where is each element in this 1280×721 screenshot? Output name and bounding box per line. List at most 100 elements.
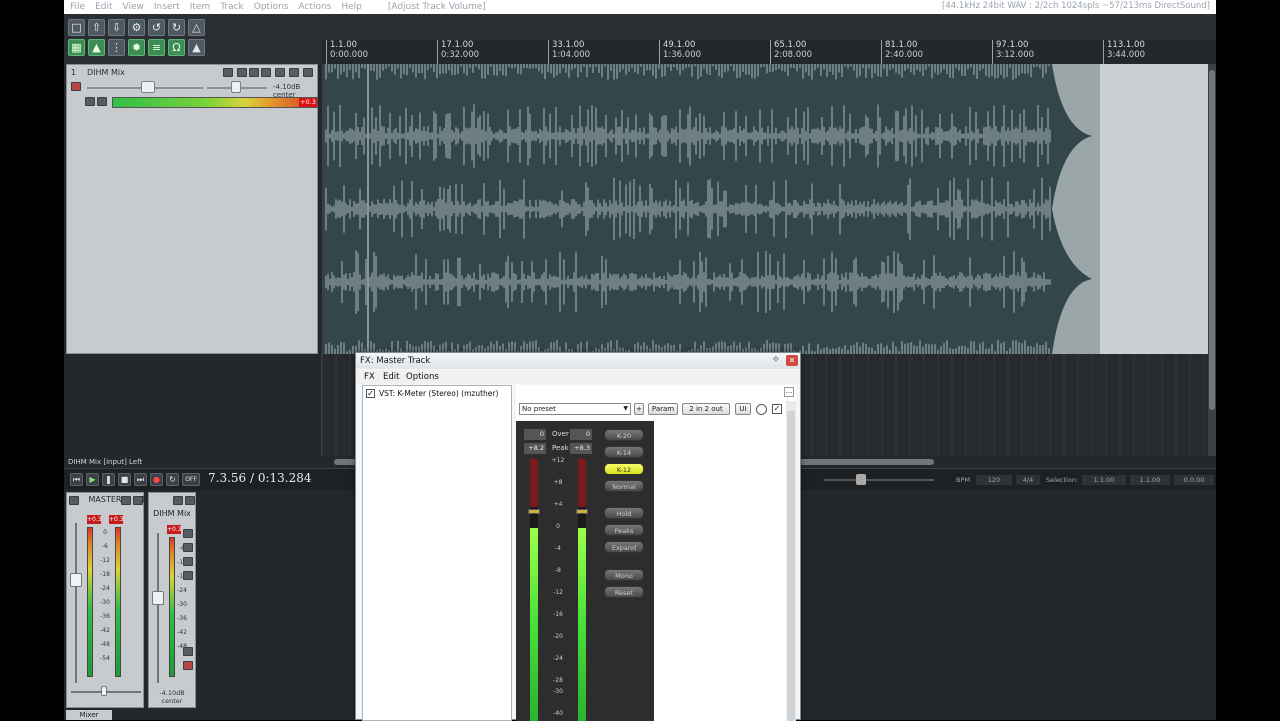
normal-button[interactable]: Normal [604, 480, 644, 492]
open-project-icon[interactable]: ⇧ [88, 19, 105, 36]
metronome-icon[interactable]: △ [188, 19, 205, 36]
undo-icon[interactable]: ↺ [148, 19, 165, 36]
k14-button[interactable]: K-14 [604, 446, 644, 458]
track1-peak[interactable]: +0.3 [167, 525, 182, 534]
track1-title[interactable]: DIHM Mix [149, 509, 195, 518]
waveform-item[interactable] [322, 64, 1208, 354]
ripple-edit-icon[interactable]: ✹ [128, 39, 145, 56]
reset-button[interactable]: Reset [604, 586, 644, 598]
item-grouping-icon[interactable]: ≡ [148, 39, 165, 56]
stop-icon[interactable]: ■ [118, 473, 131, 486]
record-monitor-button[interactable] [97, 97, 107, 106]
close-icon[interactable]: ✕ [786, 355, 798, 366]
bpm-field[interactable]: 120 [976, 475, 1012, 485]
playrate-slider-track[interactable] [824, 479, 934, 481]
master-mute-button[interactable] [121, 496, 131, 505]
over-right-readout[interactable]: 0 [570, 429, 592, 440]
arrange-vertical-scrollbar[interactable] [1208, 64, 1216, 464]
snap-icon[interactable]: ▲ [88, 39, 105, 56]
playrate-slider-knob[interactable] [856, 474, 866, 485]
menu-actions[interactable]: Actions [298, 2, 331, 12]
track-solo-button[interactable] [303, 68, 313, 77]
track-folder-icon[interactable] [223, 68, 233, 77]
k12-button[interactable]: K-12 [604, 463, 644, 475]
track-env-button[interactable] [249, 68, 259, 77]
fx-chain-item[interactable]: ✓ VST: K-Meter (Stereo) (mzuther) [366, 389, 498, 398]
time-display[interactable]: 7.3.56 / 0:13.284 [208, 471, 312, 485]
redo-icon[interactable]: ↻ [168, 19, 185, 36]
envelope-points-icon[interactable]: Ω [168, 39, 185, 56]
io-routing-button[interactable]: 2 in 2 out [682, 403, 730, 415]
hold-button[interactable]: Hold [604, 507, 644, 519]
expand-button[interactable]: Expand [604, 541, 644, 553]
save-project-icon[interactable]: ⇩ [108, 19, 125, 36]
track-panel[interactable]: 1 DIHM Mix -4.10dB center +0.3 [66, 64, 318, 354]
over-left-readout[interactable]: 0 [524, 429, 546, 440]
track1-mute-button[interactable] [173, 496, 183, 505]
automation-mode-button[interactable]: OFF [182, 473, 200, 486]
track1-strip[interactable]: 1 DIHM Mix +0.3 -6 -12 -18 -24 -30 -36 -… [140, 492, 196, 708]
k20-button[interactable]: K-20 [604, 429, 644, 441]
track1-solo-button[interactable] [185, 496, 195, 505]
play-icon[interactable]: ▶ [86, 473, 99, 486]
track-fx-button[interactable] [261, 68, 271, 77]
peak-right-readout[interactable]: +8.3 [570, 443, 592, 454]
menu-item[interactable]: Item [190, 2, 211, 12]
pause-icon[interactable]: ❚ [102, 473, 115, 486]
go-to-end-icon[interactable]: ⏭ [134, 473, 147, 486]
master-strip[interactable]: MASTER +0.3 +0.3 0 -6 -12 -18 -24 -30 -3… [66, 492, 144, 708]
fx-menu-edit[interactable]: Edit [383, 372, 399, 382]
track-io-button[interactable] [237, 68, 247, 77]
track-name[interactable]: DIHM Mix [87, 68, 125, 77]
record-arm-button[interactable] [71, 82, 81, 91]
scrollbar-thumb[interactable] [1209, 70, 1215, 410]
record-icon[interactable]: ● [150, 473, 163, 486]
fx-plugin-name[interactable]: VST: K-Meter (Stereo) (mzuther) [379, 389, 498, 398]
menu-help[interactable]: Help [341, 2, 362, 12]
track1-io-button[interactable] [183, 529, 193, 538]
track-list-empty-area[interactable] [64, 354, 322, 458]
grid-lines-icon[interactable]: ⋮ [108, 39, 125, 56]
wet-knob-icon[interactable] [756, 404, 767, 415]
ui-toggle-button[interactable]: UI [735, 403, 751, 415]
fx-titlebar[interactable]: FX: Master Track ❖ ✕ [356, 353, 800, 369]
go-to-start-icon[interactable]: ⏮ [70, 473, 83, 486]
more-options-icon[interactable]: ... [784, 387, 794, 397]
scrollbar-thumb[interactable] [787, 411, 795, 721]
track1-fader-track[interactable] [157, 533, 159, 683]
track-peak-readout[interactable]: +0.3 [299, 98, 317, 107]
menu-view[interactable]: View [123, 2, 144, 12]
menu-track[interactable]: Track [220, 2, 244, 12]
add-preset-button[interactable]: + [634, 403, 644, 415]
track1-env-button[interactable] [183, 557, 193, 566]
master-peak-right[interactable]: +0.3 [109, 515, 124, 524]
pin-icon[interactable]: ❖ [772, 355, 780, 365]
arrange-view[interactable] [322, 64, 1208, 354]
menu-insert[interactable]: Insert [154, 2, 180, 12]
track-mute-button[interactable] [289, 68, 299, 77]
new-project-icon[interactable]: □ [68, 19, 85, 36]
fx-enable-checkbox[interactable]: ✓ [366, 389, 375, 398]
project-settings-icon[interactable]: ⚙ [128, 19, 145, 36]
track1-record-mode-button[interactable] [183, 647, 193, 656]
master-pan-knob[interactable] [101, 686, 107, 696]
param-button[interactable]: Param [648, 403, 678, 415]
audio-device-info[interactable]: [44.1kHz 24bit WAV : 2/2ch 1024spls ~57/… [942, 1, 1210, 11]
time-signature-field[interactable]: 4/4 [1016, 475, 1040, 485]
selection-start-field[interactable]: 1.1.00 [1082, 475, 1126, 485]
peaks-button[interactable]: Peaks [604, 524, 644, 536]
track1-fx-button[interactable] [183, 543, 193, 552]
track1-record-arm-button[interactable] [183, 661, 193, 670]
track-phase-button[interactable] [275, 68, 285, 77]
grid-toggle-icon[interactable]: ▦ [68, 39, 85, 56]
master-peak-left[interactable]: +0.3 [87, 515, 102, 524]
track1-phase-button[interactable] [183, 571, 193, 580]
selection-length-field[interactable]: 0.0.00 [1174, 475, 1214, 485]
track1-fader[interactable] [152, 591, 164, 605]
timeline-ruler[interactable]: 1.1.00 0:00.000 17.1.00 0:32.000 33.1.00 1:… [322, 40, 1216, 64]
mono-button[interactable]: Mono [604, 569, 644, 581]
lock-icon[interactable]: ▲ [188, 39, 205, 56]
fx-menu-fx[interactable]: FX [364, 372, 375, 382]
menu-options[interactable]: Options [254, 2, 289, 12]
selection-end-field[interactable]: 1.1.00 [1130, 475, 1170, 485]
